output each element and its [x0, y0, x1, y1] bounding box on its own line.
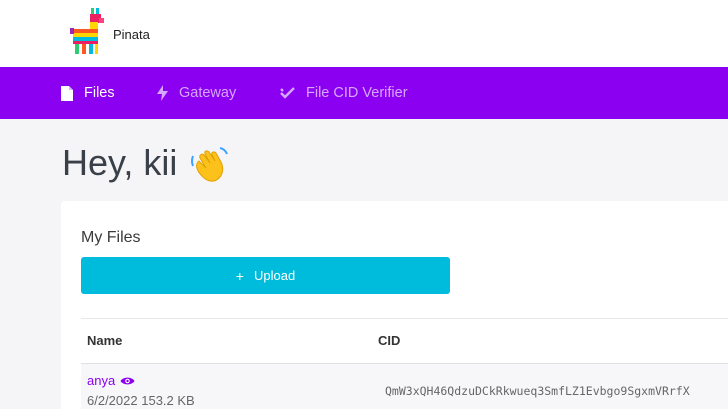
- column-header-name[interactable]: Name: [87, 333, 122, 348]
- file-icon: [60, 85, 74, 101]
- file-name-text: anya: [87, 373, 116, 388]
- waving-hand-icon: [191, 147, 228, 182]
- eye-icon[interactable]: [120, 376, 135, 386]
- file-cid[interactable]: QmW3xQH46QdzuDCkRkwueq3SmfLZ1Evbgo9SgxmV…: [385, 384, 690, 398]
- nav-item-file-cid-verifier[interactable]: File CID Verifier: [280, 67, 408, 119]
- top-bar: Pinata: [0, 0, 728, 67]
- pinata-logo-icon[interactable]: [70, 8, 106, 56]
- divider: [81, 318, 728, 319]
- main-nav: Files Gateway File CID Verifier: [0, 67, 728, 119]
- file-size: 153.2 KB: [141, 393, 195, 408]
- nav-item-label: Gateway: [179, 85, 237, 101]
- file-meta: 6/2/2022 153.2 KB: [87, 393, 195, 408]
- nav-item-files[interactable]: Files: [60, 67, 115, 119]
- greeting-heading: Hey, kii: [62, 142, 178, 183]
- file-date: 6/2/2022: [87, 393, 138, 408]
- column-header-cid[interactable]: CID: [378, 333, 400, 348]
- card-title: My Files: [81, 229, 141, 246]
- lightning-icon: [155, 85, 169, 101]
- file-name-link[interactable]: anya: [87, 373, 135, 388]
- my-files-card: My Files + Upload Name CID anya 6/2/2022…: [61, 201, 728, 409]
- upload-label: Upload: [253, 268, 296, 283]
- plus-icon: +: [235, 267, 244, 284]
- upload-button[interactable]: + Upload: [81, 257, 450, 294]
- nav-item-gateway[interactable]: Gateway: [155, 67, 236, 119]
- nav-item-label: Files: [84, 85, 115, 101]
- nav-item-label: File CID Verifier: [306, 85, 408, 101]
- double-check-icon: [280, 85, 296, 101]
- brand-name: Pinata: [113, 27, 150, 42]
